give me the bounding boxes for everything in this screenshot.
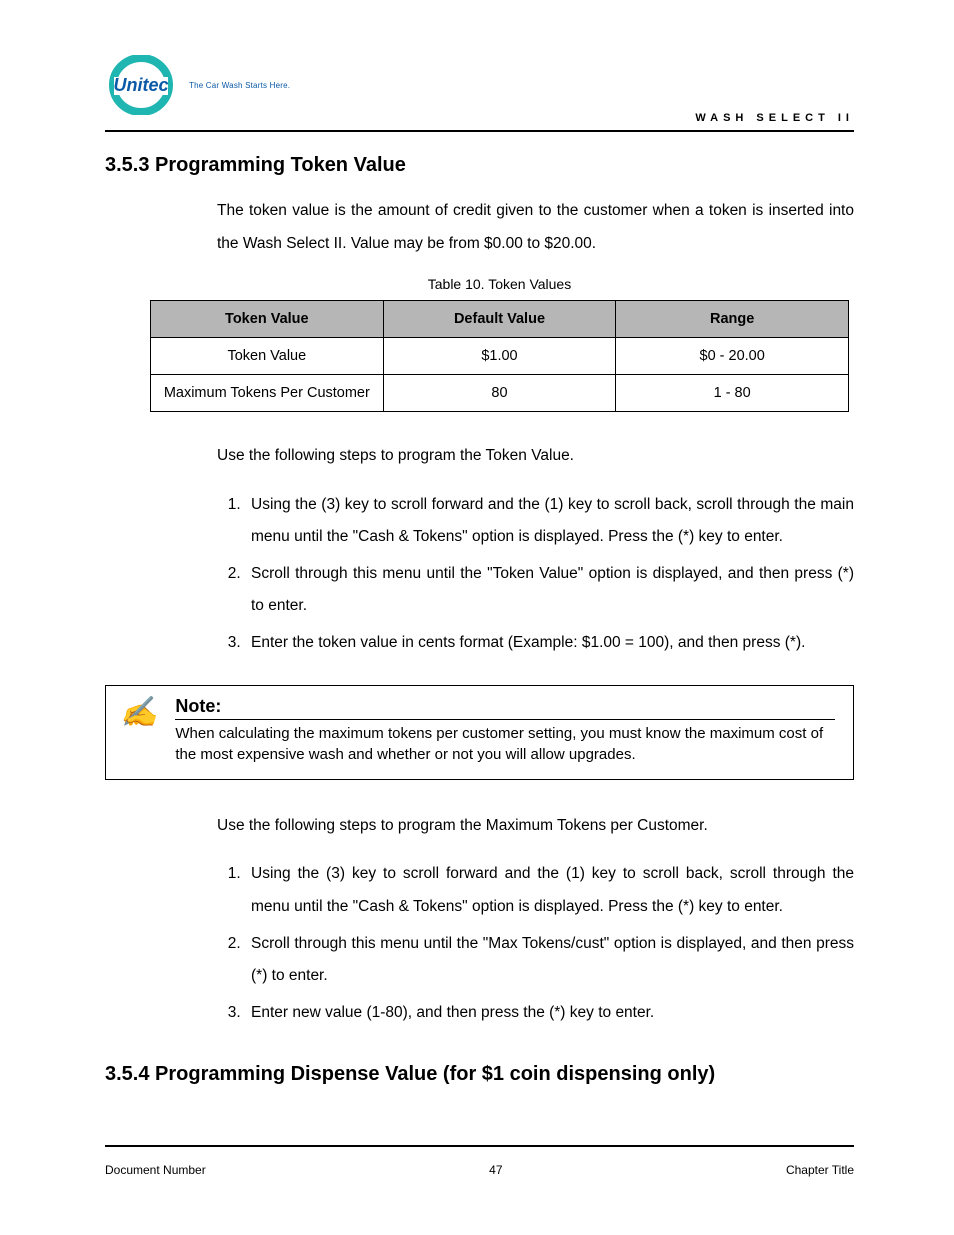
page-header: Unitec The Car Wash Starts Here. WASH SE…	[105, 55, 854, 130]
logo-text: Unitec	[113, 75, 168, 95]
header-divider	[105, 130, 854, 132]
unitec-logo-icon: Unitec	[105, 55, 183, 115]
table-cell: Maximum Tokens Per Customer	[151, 375, 384, 412]
table-cell: Token Value	[151, 338, 384, 375]
table-header-row: Token Value Default Value Range	[151, 301, 849, 338]
section-heading-353: 3.5.3 Programming Token Value	[105, 154, 854, 177]
table-cell: 80	[383, 375, 616, 412]
step-item: Using the (3) key to scroll forward and …	[245, 489, 854, 554]
table-cell: $1.00	[383, 338, 616, 375]
step-item: Enter the token value in cents format (E…	[245, 627, 854, 660]
table-header-cell: Token Value	[151, 301, 384, 338]
page-footer: Document Number 47 Chapter Title	[105, 1163, 854, 1177]
logo-tagline: The Car Wash Starts Here.	[189, 81, 290, 90]
table-row: Token Value $1.00 $0 - 20.00	[151, 338, 849, 375]
step-item: Using the (3) key to scroll forward and …	[245, 858, 854, 923]
token-value-table-wrap: Table 10. Token Values Token Value Defau…	[150, 276, 849, 412]
note-content: Note: When calculating the maximum token…	[175, 696, 835, 765]
steps-intro: Use the following steps to program the T…	[217, 440, 854, 473]
table-caption: Table 10. Token Values	[150, 276, 849, 292]
max-tokens-steps: Using the (3) key to scroll forward and …	[217, 858, 854, 1029]
table-header-cell: Default Value	[383, 301, 616, 338]
footer-right: Chapter Title	[786, 1163, 854, 1177]
footer-left: Document Number	[105, 1163, 206, 1177]
step-item: Scroll through this menu until the "Max …	[245, 928, 854, 993]
note-label: Note:	[175, 696, 835, 720]
max-tokens-intro: Use the following steps to program the M…	[217, 810, 854, 843]
section-heading-354: 3.5.4 Programming Dispense Value (for $1…	[105, 1063, 854, 1086]
table-row: Maximum Tokens Per Customer 80 1 - 80	[151, 375, 849, 412]
intro-paragraph: The token value is the amount of credit …	[217, 195, 854, 260]
footer-divider	[105, 1145, 854, 1147]
note-body: When calculating the maximum tokens per …	[175, 724, 835, 765]
table-cell: 1 - 80	[616, 375, 849, 412]
token-values-table: Token Value Default Value Range Token Va…	[150, 300, 849, 412]
table-cell: $0 - 20.00	[616, 338, 849, 375]
logo: Unitec The Car Wash Starts Here.	[105, 55, 290, 115]
note-icon: ✍	[120, 698, 157, 728]
step-item: Scroll through this menu until the "Toke…	[245, 558, 854, 623]
note-box: ✍ Note: When calculating the maximum tok…	[105, 685, 854, 780]
table-header-cell: Range	[616, 301, 849, 338]
page: Unitec The Car Wash Starts Here. WASH SE…	[0, 0, 954, 1235]
header-doc-title: WASH SELECT II	[695, 112, 854, 124]
token-value-steps: Using the (3) key to scroll forward and …	[217, 489, 854, 660]
step-item: Enter new value (1-80), and then press t…	[245, 997, 854, 1030]
footer-page-number: 47	[206, 1163, 786, 1177]
